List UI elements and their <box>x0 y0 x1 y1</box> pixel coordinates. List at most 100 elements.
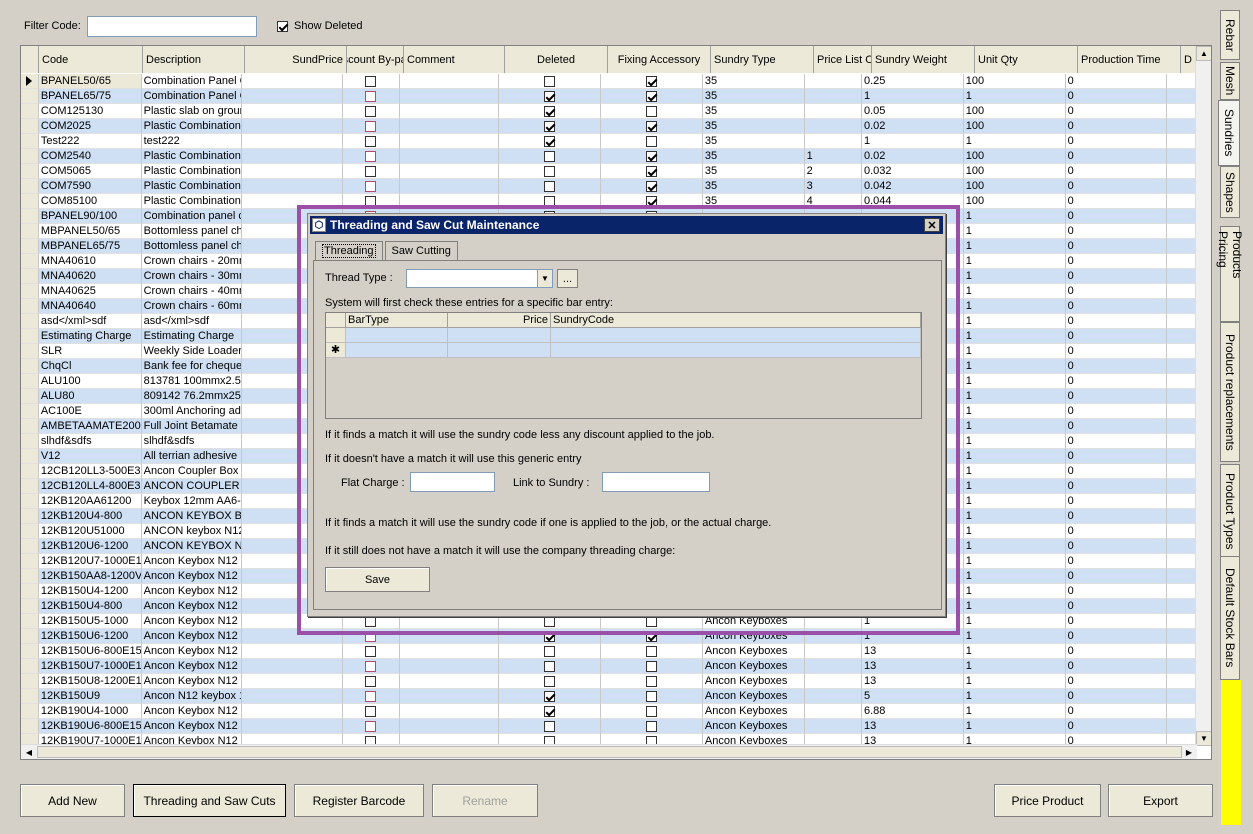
column-header[interactable]: Production Time <box>1078 46 1181 73</box>
code-cell[interactable]: BPANEL90/100 <box>38 209 142 224</box>
fixing-accessory-cell[interactable] <box>601 179 703 194</box>
comment-cell[interactable] <box>399 104 500 119</box>
production-time-cell[interactable]: 0 <box>1065 434 1168 449</box>
unit-qty-cell[interactable]: 1 <box>963 224 1066 239</box>
unit-qty-cell[interactable]: 1 <box>963 659 1066 674</box>
fixing-accessory-checkbox[interactable] <box>645 645 657 657</box>
production-time-cell[interactable]: 0 <box>1065 374 1168 389</box>
production-time-cell[interactable]: 0 <box>1065 599 1168 614</box>
code-cell[interactable]: MBPANEL65/75 <box>38 239 142 254</box>
comment-cell[interactable] <box>399 704 500 719</box>
deleted-checkbox[interactable] <box>544 105 556 117</box>
production-time-cell[interactable]: 0 <box>1065 179 1168 194</box>
description-cell[interactable]: asd</xml>sdf <box>141 314 243 329</box>
production-time-cell[interactable]: 0 <box>1065 419 1168 434</box>
sundprice-cell[interactable] <box>242 659 344 674</box>
production-time-cell[interactable]: 0 <box>1065 659 1168 674</box>
unit-qty-cell[interactable]: 1 <box>963 404 1066 419</box>
row-header[interactable] <box>21 149 39 164</box>
sundprice-cell[interactable] <box>242 179 344 194</box>
row-header[interactable] <box>21 539 39 554</box>
side-tab-rebar[interactable]: Rebar <box>1220 10 1240 60</box>
production-time-cell[interactable]: 0 <box>1065 194 1168 209</box>
production-time-cell[interactable]: 0 <box>1065 404 1168 419</box>
row-header[interactable] <box>21 554 39 569</box>
production-time-cell[interactable]: 0 <box>1065 539 1168 554</box>
row-header[interactable] <box>21 419 39 434</box>
link-sundry-input[interactable] <box>602 472 710 492</box>
description-cell[interactable]: 809142 76.2mmx25.4 <box>141 389 243 404</box>
code-cell[interactable]: COM2025 <box>38 119 142 134</box>
extra-cell[interactable] <box>1167 704 1198 719</box>
code-cell[interactable]: 12KB150U5-1000 <box>38 614 142 629</box>
description-cell[interactable]: 813781 100mmx2.5n <box>141 374 243 389</box>
sundry-type-cell[interactable]: 35 <box>702 134 805 149</box>
fixing-accessory-checkbox[interactable] <box>645 675 657 687</box>
discount-bypass-cell[interactable] <box>343 149 400 164</box>
deleted-checkbox[interactable] <box>544 675 556 687</box>
comment-cell[interactable] <box>399 179 500 194</box>
unit-qty-cell[interactable]: 1 <box>963 314 1066 329</box>
price-list-order-cell[interactable] <box>804 89 862 104</box>
deleted-cell[interactable] <box>499 119 602 134</box>
description-cell[interactable]: ANCON KEYBOX N1 <box>141 539 243 554</box>
deleted-checkbox[interactable] <box>544 150 556 162</box>
production-time-cell[interactable]: 0 <box>1065 89 1168 104</box>
extra-cell[interactable] <box>1167 494 1198 509</box>
extra-cell[interactable] <box>1167 659 1198 674</box>
code-cell[interactable]: ChqCl <box>38 359 142 374</box>
production-time-cell[interactable]: 0 <box>1065 284 1168 299</box>
row-header[interactable] <box>21 689 39 704</box>
extra-cell[interactable] <box>1167 524 1198 539</box>
description-cell[interactable]: Ancon Keybox N12 1 <box>141 569 243 584</box>
deleted-cell[interactable] <box>499 149 602 164</box>
scroll-right-icon[interactable]: ▶ <box>1181 745 1197 759</box>
code-cell[interactable]: 12KB120U6-1200 <box>38 539 142 554</box>
description-cell[interactable]: Ancon Keybox N12 - <box>141 719 243 734</box>
comment-cell[interactable] <box>399 689 500 704</box>
code-cell[interactable]: COM5065 <box>38 164 142 179</box>
table-row[interactable]: COM7590 Plastic Combination c 35 3 0.042 100 0 <box>21 179 1198 194</box>
production-time-cell[interactable]: 0 <box>1065 329 1168 344</box>
row-header[interactable] <box>21 509 39 524</box>
sundry-type-cell[interactable]: Ancon Keyboxes <box>702 644 805 659</box>
production-time-cell[interactable]: 0 <box>1065 224 1168 239</box>
description-cell[interactable]: Crown chairs - 60mm <box>141 299 243 314</box>
unit-qty-cell[interactable]: 1 <box>963 554 1066 569</box>
row-header[interactable] <box>21 614 39 629</box>
row-header[interactable] <box>21 629 39 644</box>
production-time-cell[interactable]: 0 <box>1065 569 1168 584</box>
sundry-weight-cell[interactable]: 6.88 <box>862 704 964 719</box>
description-cell[interactable]: Weekly Side Loader <box>141 344 243 359</box>
table-row[interactable]: 12KB190U4-1000 Ancon Keybox N12 2 Ancon Ke… <box>21 704 1198 719</box>
table-row[interactable]: BPANEL50/65 Combination Panel C 35 0.25 100 0 <box>21 74 1198 89</box>
extra-cell[interactable] <box>1167 509 1198 524</box>
fixing-accessory-checkbox[interactable] <box>645 135 657 147</box>
discount-bypass-checkbox[interactable] <box>365 75 377 87</box>
sundry-type-cell[interactable]: Ancon Keyboxes <box>702 659 805 674</box>
column-header[interactable]: Unit Qty <box>975 46 1078 73</box>
scroll-down-icon[interactable]: ▼ <box>1196 731 1211 746</box>
unit-qty-cell[interactable]: 1 <box>963 329 1066 344</box>
deleted-cell[interactable] <box>499 74 602 89</box>
table-row[interactable]: COM2540 Plastic Combination c 35 1 0.02 100 0 <box>21 149 1198 164</box>
discount-bypass-checkbox[interactable] <box>365 165 377 177</box>
code-cell[interactable]: 12KB120AA61200 <box>38 494 142 509</box>
code-cell[interactable]: COM85100 <box>38 194 142 209</box>
deleted-cell[interactable] <box>499 164 602 179</box>
description-cell[interactable]: Plastic Combination c <box>141 194 243 209</box>
production-time-cell[interactable]: 0 <box>1065 344 1168 359</box>
comment-cell[interactable] <box>399 119 500 134</box>
extra-cell[interactable] <box>1167 104 1198 119</box>
fixing-accessory-cell[interactable] <box>601 89 703 104</box>
code-cell[interactable]: 12KB150U6-1200 <box>38 629 142 644</box>
production-time-cell[interactable]: 0 <box>1065 359 1168 374</box>
export-button[interactable]: Export <box>1108 784 1213 817</box>
sundry-type-cell[interactable]: Ancon Keyboxes <box>702 719 805 734</box>
production-time-cell[interactable]: 0 <box>1065 134 1168 149</box>
code-cell[interactable]: BPANEL65/75 <box>38 89 142 104</box>
thread-type-browse-button[interactable]: ... <box>557 269 578 288</box>
show-deleted-toggle[interactable]: Show Deleted <box>277 20 363 32</box>
deleted-checkbox[interactable] <box>544 690 556 702</box>
extra-cell[interactable] <box>1167 329 1198 344</box>
